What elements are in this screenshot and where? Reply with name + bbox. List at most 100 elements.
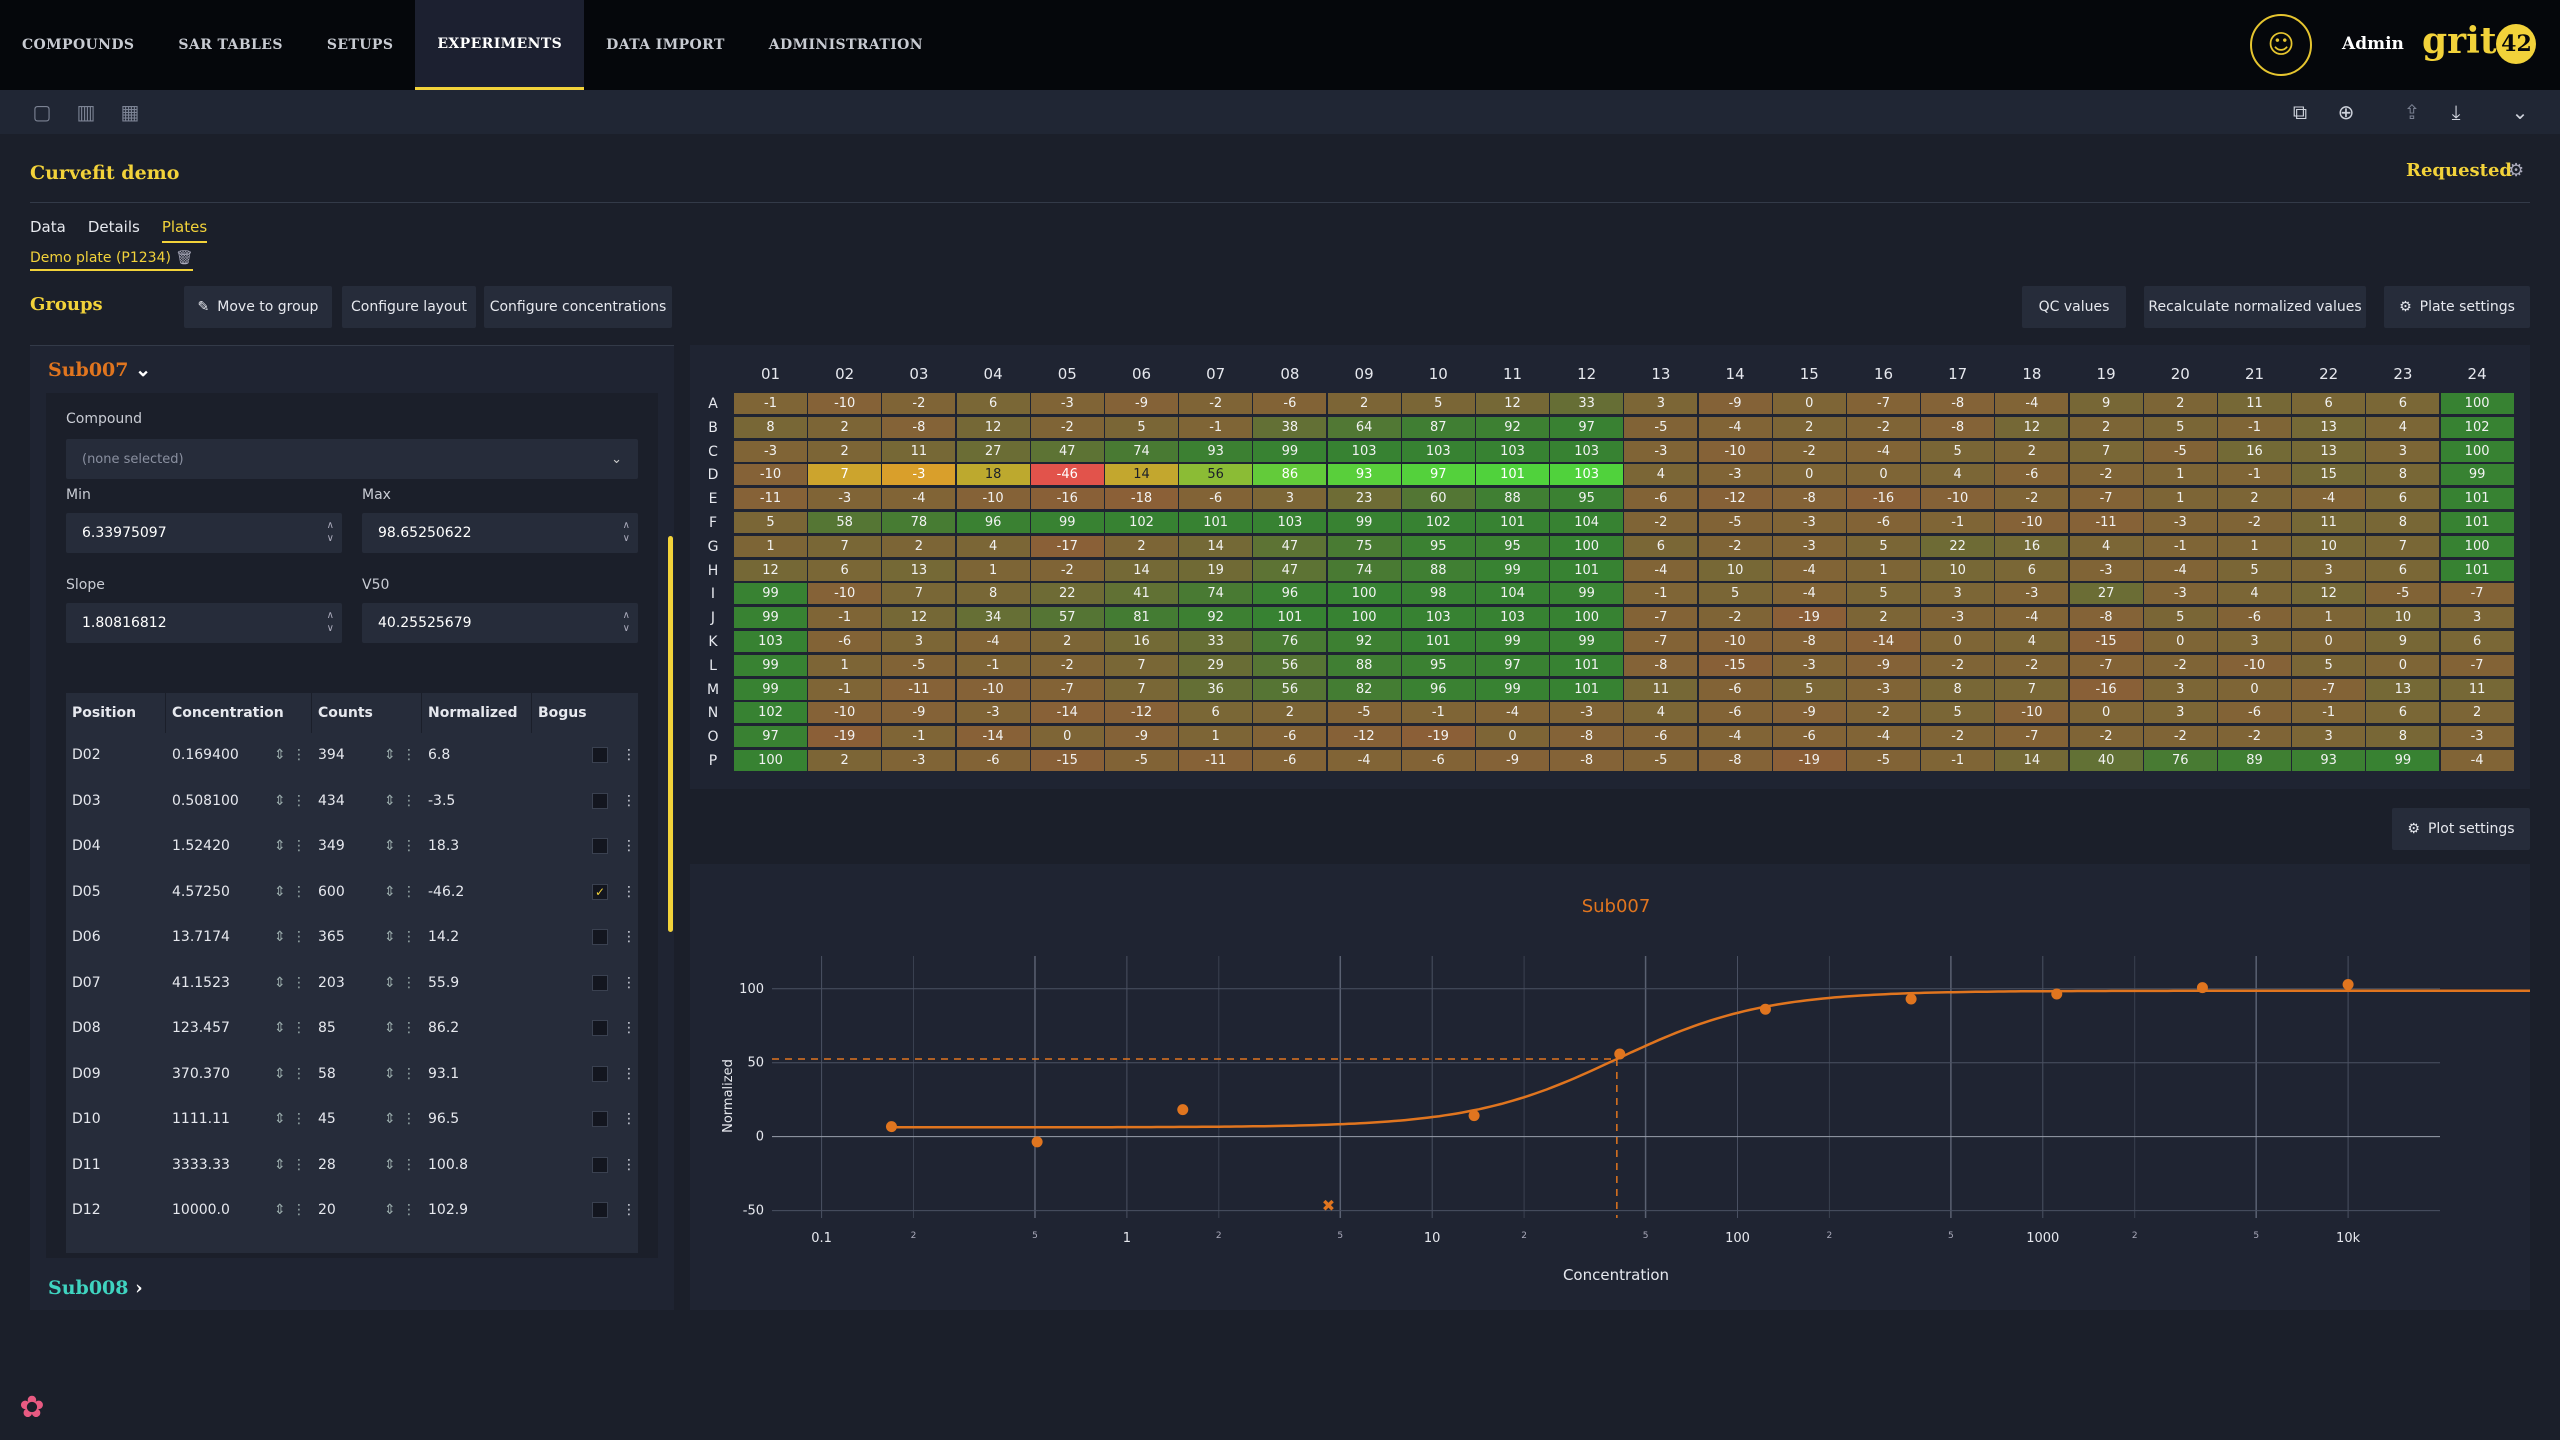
plate-cell[interactable]: -6 xyxy=(1698,702,1772,724)
plate-cell[interactable]: 11 xyxy=(882,440,956,462)
plate-cell[interactable]: 14 xyxy=(1179,535,1253,557)
bogus-checkbox[interactable] xyxy=(592,929,608,945)
plate-cell[interactable]: 4 xyxy=(2069,535,2143,557)
plate-cell[interactable]: -6 xyxy=(808,631,882,652)
plate-cell[interactable]: -1 xyxy=(2218,416,2291,438)
plate-cell[interactable]: 11 xyxy=(1624,678,1698,700)
plate-cell[interactable]: 2 xyxy=(1847,607,1920,629)
more-icon[interactable]: ⋮ xyxy=(292,1157,306,1173)
plate-cell[interactable]: -4 xyxy=(1995,607,2069,629)
stepper-icon[interactable]: ⇕ xyxy=(384,1157,396,1173)
group-sub008[interactable]: Sub008 › xyxy=(48,1277,143,1299)
plate-cell[interactable]: -19 xyxy=(1772,750,1846,771)
plate-cell[interactable]: -16 xyxy=(2069,678,2143,700)
plate-cell[interactable]: -3 xyxy=(1698,464,1772,486)
plate-cell[interactable]: 4 xyxy=(956,535,1030,557)
more-icon[interactable]: ⋮ xyxy=(402,1111,416,1127)
plate-cell[interactable]: 33 xyxy=(1179,631,1253,652)
plate-cell[interactable]: -2 xyxy=(1995,654,2069,676)
plate-cell[interactable]: -9 xyxy=(1698,393,1772,414)
stepper-icon[interactable]: ⇕ xyxy=(274,975,286,991)
more-icon[interactable]: ⋮ xyxy=(402,1157,416,1173)
plate-cell[interactable]: 3 xyxy=(2143,678,2217,700)
plate-cell[interactable]: -10 xyxy=(808,583,882,605)
plate-cell[interactable]: 95 xyxy=(1476,535,1549,557)
plate-cell[interactable]: -4 xyxy=(1847,440,1920,462)
nav-item-experiments[interactable]: EXPERIMENTS xyxy=(415,0,585,90)
bogus-checkbox[interactable] xyxy=(592,1156,608,1173)
plate-cell[interactable]: 5 xyxy=(1105,416,1178,438)
plate-cell[interactable]: -2 xyxy=(1698,535,1772,557)
plate-cell[interactable]: 81 xyxy=(1105,607,1178,629)
well-concentration[interactable]: 3333.33 xyxy=(172,1157,230,1173)
plate-cell[interactable]: 1 xyxy=(734,535,807,557)
more-icon[interactable]: ⋮ xyxy=(292,975,306,991)
plate-cell[interactable]: -3 xyxy=(2143,583,2217,605)
plate-cell[interactable]: -3 xyxy=(1772,512,1846,533)
plate-cell[interactable]: 6 xyxy=(808,559,882,581)
plate-cell[interactable]: 100 xyxy=(1550,535,1624,557)
plate-cell[interactable]: -5 xyxy=(882,654,956,676)
plate-cell[interactable]: -9 xyxy=(1105,393,1178,414)
plate-cell[interactable]: -9 xyxy=(1847,654,1920,676)
plate-cell[interactable]: -1 xyxy=(956,654,1030,676)
plate-cell[interactable]: -2 xyxy=(2143,654,2217,676)
more-icon[interactable]: ⋮ xyxy=(402,1066,416,1082)
plate-cell[interactable]: 3 xyxy=(2440,607,2514,629)
plate-cell[interactable]: -11 xyxy=(734,488,807,510)
plate-cell[interactable]: -6 xyxy=(1253,393,1327,414)
stepper-icon[interactable]: ⇕ xyxy=(274,929,286,945)
plate-cell[interactable]: 9 xyxy=(2366,631,2440,652)
plate-cell[interactable]: -5 xyxy=(1624,416,1698,438)
plate-cell[interactable]: 6 xyxy=(2366,488,2440,510)
plate-cell[interactable]: 74 xyxy=(1105,440,1178,462)
plate-cell[interactable]: 74 xyxy=(1327,559,1401,581)
column-header[interactable]: Concentration xyxy=(166,693,312,733)
plate-cell[interactable]: 6 xyxy=(1179,702,1253,724)
plate-cell[interactable]: 89 xyxy=(2218,750,2291,771)
plate-cell[interactable]: 47 xyxy=(1253,559,1327,581)
plate-cell[interactable]: 2 xyxy=(882,535,956,557)
more-icon[interactable]: ⋮ xyxy=(402,793,416,809)
plate-cell[interactable]: -8 xyxy=(1921,416,1995,438)
plate-cell[interactable]: 95 xyxy=(1401,654,1475,676)
plate-cell[interactable]: -3 xyxy=(2069,559,2143,581)
stepper-icon[interactable]: ⇕ xyxy=(384,1111,396,1127)
more-icon[interactable]: ⋮ xyxy=(622,975,636,991)
tab-plates[interactable]: Plates xyxy=(161,218,208,243)
plate-cell[interactable]: 103 xyxy=(1476,440,1549,462)
well-counts[interactable]: 600 xyxy=(318,884,345,900)
plate-cell[interactable]: 16 xyxy=(1105,631,1178,652)
more-icon[interactable]: ⋮ xyxy=(402,838,416,854)
plate-cell[interactable]: -8 xyxy=(1772,631,1846,652)
plate-cell[interactable]: 0 xyxy=(2292,631,2366,652)
plate-cell[interactable]: 88 xyxy=(1476,488,1549,510)
more-icon[interactable]: ⋮ xyxy=(292,1202,306,1218)
well-counts[interactable]: 85 xyxy=(318,1020,336,1036)
copy-icon[interactable]: ⧉ xyxy=(2288,100,2312,124)
plate-cell[interactable]: 7 xyxy=(1995,678,2069,700)
plate-cell[interactable]: -4 xyxy=(2292,488,2366,510)
plate-cell[interactable]: -8 xyxy=(882,416,956,438)
column-header[interactable]: Counts xyxy=(312,693,422,733)
plate-cell[interactable]: 103 xyxy=(734,631,807,652)
plate-cell[interactable]: 16 xyxy=(1995,535,2069,557)
plate-cell[interactable]: 4 xyxy=(1921,464,1995,486)
plate-cell[interactable]: -2 xyxy=(1921,726,1995,748)
plate-cell[interactable]: 5 xyxy=(734,512,807,533)
plate-cell[interactable]: -4 xyxy=(2440,750,2514,771)
plate-cell[interactable]: -3 xyxy=(1030,393,1104,414)
plate-cell[interactable]: 100 xyxy=(1550,607,1624,629)
plate-cell[interactable]: -6 xyxy=(956,750,1030,771)
plate-cell[interactable]: 101 xyxy=(1550,654,1624,676)
plate-cell[interactable]: 86 xyxy=(1253,464,1327,486)
plate-cell[interactable]: -10 xyxy=(1921,488,1995,510)
plate-cell[interactable]: 64 xyxy=(1327,416,1401,438)
more-icon[interactable]: ⋮ xyxy=(622,793,636,809)
nav-item-data-import[interactable]: DATA IMPORT xyxy=(584,0,747,90)
flower-icon[interactable]: ✿ xyxy=(14,1390,50,1426)
plate-cell[interactable]: 3 xyxy=(882,631,956,652)
plate-cell[interactable]: 101 xyxy=(1401,631,1475,652)
plate-cell[interactable]: -4 xyxy=(1624,559,1698,581)
well-concentration[interactable]: 123.457 xyxy=(172,1020,230,1036)
